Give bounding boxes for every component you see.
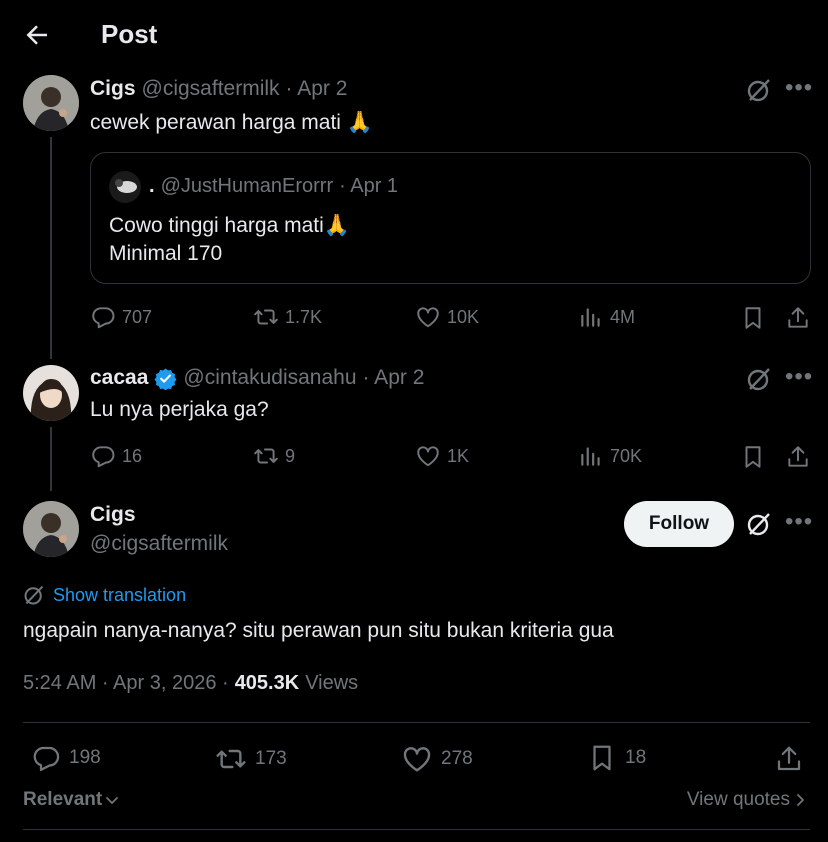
views-chart-icon	[581, 447, 600, 466]
follow-label: Follow	[648, 513, 710, 534]
views-count: 4M	[610, 306, 636, 327]
post-text: cewek perawan harga mati 🙏	[90, 111, 373, 134]
bookmark-button[interactable]	[738, 303, 768, 333]
author-handle[interactable]: @cigsaftermilk	[90, 532, 228, 556]
author-handle[interactable]: @cintakudisanahu	[183, 366, 356, 390]
views-count: 405.3K	[234, 672, 300, 694]
post-text: ngapain nanya-nanya? situ perawan pun si…	[23, 619, 614, 642]
avatar[interactable]	[23, 365, 79, 421]
author-handle[interactable]: @cigsaftermilk	[142, 77, 280, 101]
like-count: 278	[441, 748, 473, 769]
show-translation-link[interactable]: Show translation	[23, 584, 186, 606]
grok-button[interactable]	[744, 75, 774, 105]
author-name[interactable]: cacaa	[90, 366, 148, 390]
grok-icon	[747, 513, 770, 536]
like-count: 1K	[447, 445, 470, 466]
quote-author-name: .	[149, 175, 155, 197]
repost-icon	[254, 448, 278, 464]
share-icon	[788, 446, 808, 467]
repost-count: 9	[285, 445, 296, 466]
divider	[23, 722, 810, 723]
repost-button[interactable]: 1.7K	[253, 304, 322, 330]
sort-dropdown[interactable]: Relevant	[23, 789, 120, 811]
quote-date: · Apr 1	[339, 175, 399, 197]
views-button[interactable]: 4M	[578, 304, 635, 330]
view-quotes-label: View quotes	[686, 789, 790, 810]
bookmark-icon	[593, 745, 611, 771]
post-text: Lu nya perjaka ga?	[90, 398, 269, 421]
repost-count: 173	[255, 748, 287, 769]
repost-button[interactable]: 9	[253, 443, 295, 469]
repost-icon	[216, 749, 246, 769]
back-button[interactable]	[22, 20, 54, 52]
chevron-right-icon	[797, 794, 804, 806]
thread-line	[50, 427, 52, 491]
grok-icon	[747, 368, 770, 391]
repost-button[interactable]: 173	[215, 743, 287, 775]
bookmark-button[interactable]	[738, 442, 768, 472]
reply-count: 707	[122, 306, 153, 327]
avatar[interactable]	[23, 501, 79, 557]
post-date[interactable]: · Apr 2	[286, 77, 348, 101]
more-options-icon[interactable]: •••	[785, 76, 813, 100]
show-translation-label: Show translation	[53, 584, 187, 605]
bookmark-icon	[745, 307, 761, 329]
share-button[interactable]	[783, 303, 813, 333]
grok-icon	[747, 79, 770, 102]
bookmark-count: 18	[625, 747, 647, 768]
back-arrow-icon	[26, 25, 47, 45]
reply-count: 16	[122, 445, 143, 466]
repost-count: 1.7K	[285, 306, 323, 327]
reply-count: 198	[69, 747, 101, 768]
reply-button[interactable]: 198	[31, 743, 101, 773]
follow-button[interactable]: Follow	[624, 501, 734, 547]
divider	[23, 829, 810, 830]
quote-author-handle: @JustHumanErorrr	[160, 175, 334, 197]
bookmark-button[interactable]: 18	[587, 743, 646, 773]
avatar[interactable]	[23, 75, 79, 131]
post-date[interactable]: · Apr 2	[363, 366, 425, 390]
quote-avatar	[109, 171, 141, 203]
views-chart-icon	[581, 308, 600, 327]
heart-icon	[417, 307, 439, 328]
share-icon	[777, 746, 801, 771]
views-count: 70K	[610, 445, 643, 466]
post-timestamp[interactable]: 5:24 AM · Apr 3, 2026 ·	[23, 672, 229, 695]
like-button[interactable]: 278	[401, 743, 473, 775]
reply-button[interactable]: 707	[90, 304, 152, 330]
chevron-down-icon	[106, 797, 119, 804]
reply-icon	[92, 446, 115, 468]
reply-icon	[33, 746, 60, 771]
author-name[interactable]: Cigs	[90, 503, 136, 527]
grok-button[interactable]	[744, 509, 774, 539]
heart-icon	[403, 747, 431, 772]
quote-text-line1: Cowo tinggi harga mati🙏	[109, 214, 350, 237]
repost-icon	[254, 309, 278, 325]
share-icon	[788, 307, 808, 328]
quoted-post[interactable]: . @JustHumanErorrr · Apr 1 Cowo tinggi h…	[90, 152, 811, 284]
translate-icon	[24, 585, 44, 605]
heart-icon	[417, 446, 439, 467]
more-options-icon[interactable]: •••	[785, 510, 813, 534]
views-label: Views	[305, 672, 359, 694]
reply-button[interactable]: 16	[90, 443, 142, 469]
view-quotes-link[interactable]: View quotes	[687, 789, 808, 811]
sort-label: Relevant	[23, 789, 103, 810]
author-name[interactable]: Cigs	[90, 77, 136, 101]
grok-button[interactable]	[744, 364, 774, 394]
share-button[interactable]	[772, 742, 806, 776]
more-options-icon[interactable]: •••	[785, 365, 813, 389]
bookmark-icon	[745, 446, 761, 468]
like-count: 10K	[447, 306, 480, 327]
verified-badge-icon	[154, 367, 177, 390]
views-button[interactable]: 70K	[578, 443, 642, 469]
share-button[interactable]	[783, 442, 813, 472]
page-title: Post	[101, 19, 158, 49]
like-button[interactable]: 1K	[415, 443, 469, 469]
like-button[interactable]: 10K	[415, 304, 479, 330]
quote-text-line2: Minimal 170	[109, 242, 223, 265]
thread-line	[50, 137, 52, 359]
reply-icon	[92, 307, 115, 329]
